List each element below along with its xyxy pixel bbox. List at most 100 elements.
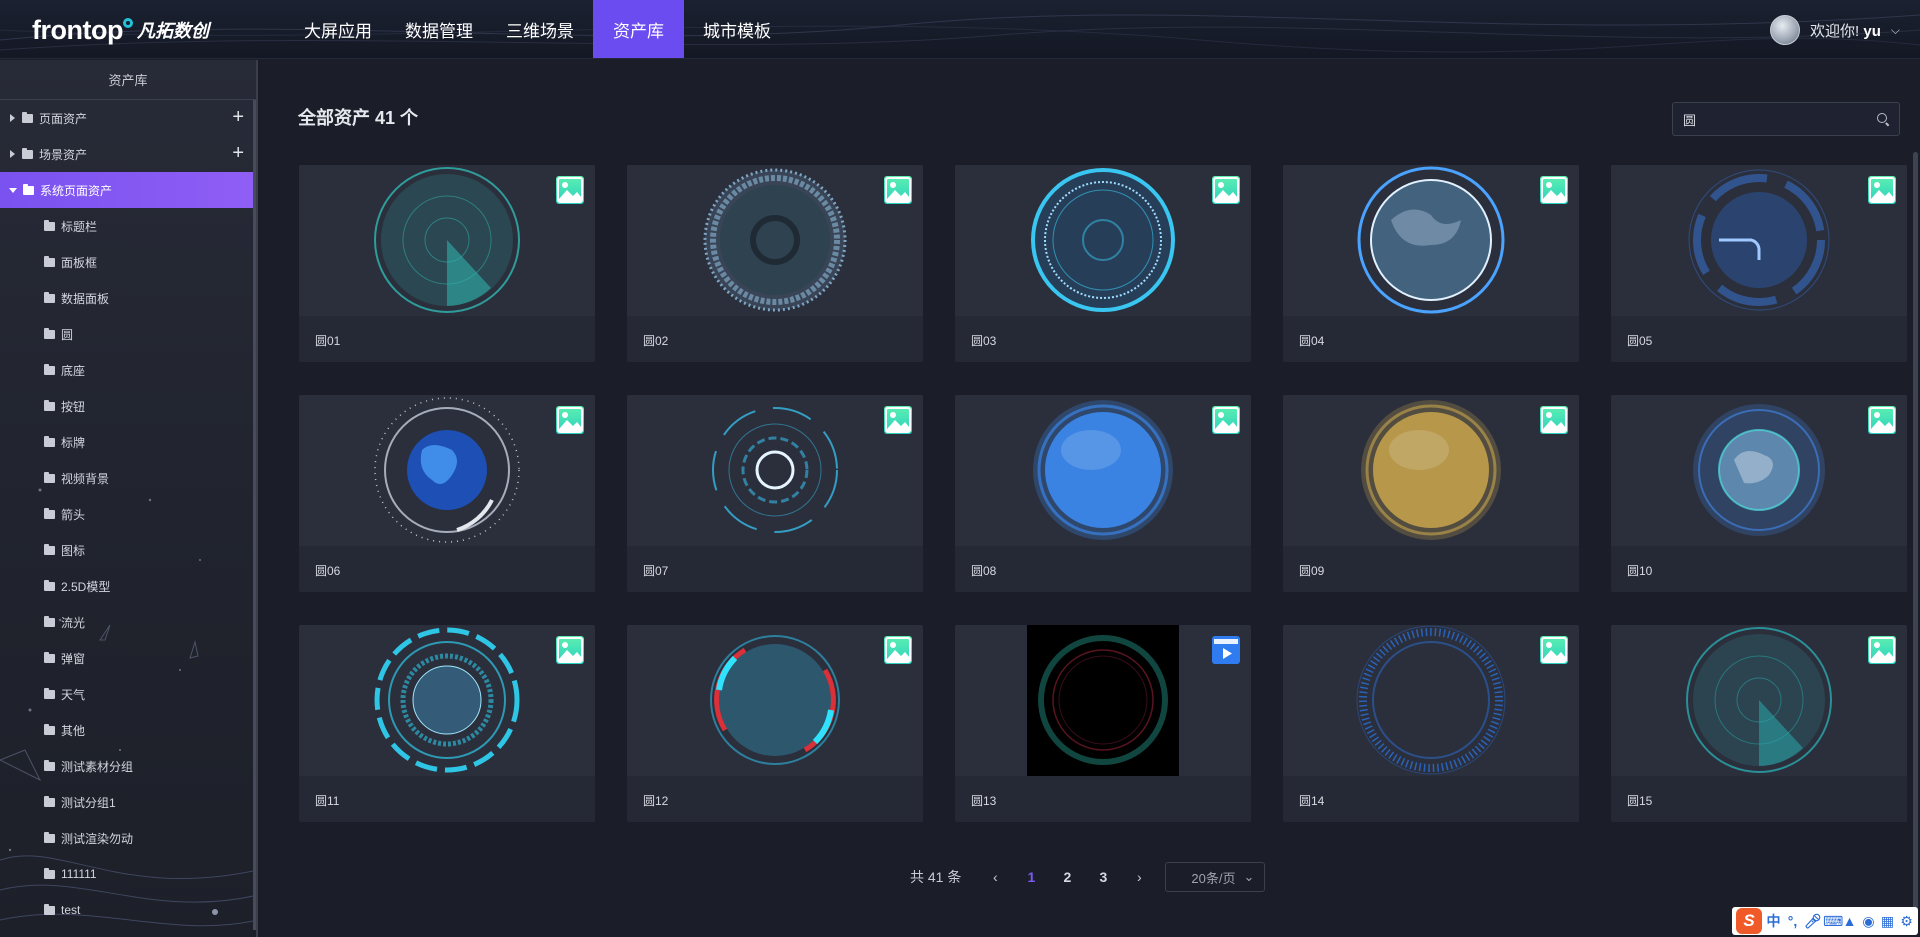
nav-item-3d-scenes[interactable]: 三维场景 xyxy=(492,0,588,58)
tree-group-label: 场景资产 xyxy=(39,147,88,162)
asset-thumbnail[interactable] xyxy=(1283,625,1579,776)
asset-card[interactable]: 圆03 xyxy=(955,165,1251,362)
search-box[interactable] xyxy=(1672,102,1900,136)
asset-card[interactable]: 圆06 xyxy=(299,395,595,592)
tree-item[interactable]: 测试渲染勿动 xyxy=(0,820,256,856)
ime-punctuation-icon[interactable]: °, xyxy=(1785,913,1800,929)
asset-preview-graphic xyxy=(374,397,520,543)
tree-group-scene-assets[interactable]: 场景资产 + xyxy=(0,136,256,172)
search-icon[interactable] xyxy=(1877,113,1889,125)
tree-item[interactable]: 其他 xyxy=(0,712,256,748)
chevron-left-icon[interactable]: ‹ xyxy=(985,869,1005,885)
logo-wordmark: frontop xyxy=(32,14,123,45)
asset-thumbnail[interactable] xyxy=(955,165,1251,316)
folder-icon xyxy=(44,867,55,879)
tree-item[interactable]: 弹窗 xyxy=(0,640,256,676)
ime-mode-cn[interactable]: 中 xyxy=(1766,911,1781,931)
asset-thumbnail[interactable] xyxy=(299,625,595,776)
asset-thumbnail[interactable] xyxy=(299,165,595,316)
nav-item-asset-library[interactable]: 资产库 xyxy=(593,0,684,58)
caret-right-icon[interactable] xyxy=(10,114,15,122)
frontop-logo[interactable]: frontop 凡拓数创 xyxy=(32,14,209,46)
asset-card[interactable]: 圆04 xyxy=(1283,165,1579,362)
asset-card[interactable]: 圆01 xyxy=(299,165,595,362)
tree-item[interactable]: 111111 xyxy=(0,856,256,892)
folder-icon xyxy=(44,687,55,699)
keyboard-icon[interactable]: ⌨ xyxy=(1823,913,1843,930)
folder-icon xyxy=(44,435,55,447)
tree-item[interactable]: 流光 xyxy=(0,604,256,640)
tree-item[interactable]: 天气 xyxy=(0,676,256,712)
asset-thumbnail[interactable] xyxy=(1611,625,1907,776)
tree-item[interactable]: 圆 xyxy=(0,316,256,352)
tree-item[interactable]: 按钮 xyxy=(0,388,256,424)
asset-card[interactable]: 圆12 xyxy=(627,625,923,822)
asset-thumbnail[interactable] xyxy=(955,395,1251,546)
sidebar-scrollbar[interactable] xyxy=(253,100,256,930)
asset-thumbnail[interactable] xyxy=(1611,165,1907,316)
tree-item[interactable]: 标题栏 xyxy=(0,208,256,244)
gamepad-icon[interactable]: ◉ xyxy=(1861,913,1876,930)
content-scrollbar[interactable] xyxy=(1913,152,1918,922)
tree-group-page-assets[interactable]: 页面资产 + xyxy=(0,100,256,136)
asset-card[interactable]: 圆15 xyxy=(1611,625,1907,822)
asset-thumbnail[interactable] xyxy=(1283,395,1579,546)
tree-group-system-page-assets[interactable]: 系统页面资产 xyxy=(0,172,253,208)
asset-card[interactable]: 圆09 xyxy=(1283,395,1579,592)
gear-icon[interactable]: ⚙ xyxy=(1899,913,1914,930)
asset-thumbnail[interactable] xyxy=(1611,395,1907,546)
tree-item-label: 标牌 xyxy=(61,435,86,450)
page-number[interactable]: 2 xyxy=(1053,869,1081,885)
tree-group-label: 系统页面资产 xyxy=(40,183,113,198)
microphone-icon[interactable]: 🎤︎ xyxy=(1804,913,1822,930)
page-number[interactable]: 3 xyxy=(1089,869,1117,885)
add-icon[interactable]: + xyxy=(232,143,244,163)
folder-icon xyxy=(44,723,55,735)
nav-item-data-management[interactable]: 数据管理 xyxy=(391,0,487,58)
tree-item[interactable]: 箭头 xyxy=(0,496,256,532)
asset-card[interactable]: 圆11 xyxy=(299,625,595,822)
page-size-select[interactable]: 20条/页 ⌄ xyxy=(1165,862,1266,892)
asset-name: 圆10 xyxy=(1627,564,1653,578)
tree-item[interactable]: 面板框 xyxy=(0,244,256,280)
asset-thumbnail[interactable] xyxy=(955,625,1251,776)
grid-icon[interactable]: ▦ xyxy=(1880,913,1895,930)
shirt-icon[interactable]: ▲ xyxy=(1842,913,1857,929)
tree-item[interactable]: 测试分组1 xyxy=(0,784,256,820)
asset-card[interactable]: 圆14 xyxy=(1283,625,1579,822)
sogou-ime-logo-icon[interactable]: S xyxy=(1736,908,1762,934)
chevron-down-icon[interactable]: ⌵ xyxy=(1891,23,1900,38)
add-icon[interactable]: + xyxy=(232,107,244,127)
caret-right-icon[interactable] xyxy=(10,150,15,158)
nav-item-city-templates[interactable]: 城市模板 xyxy=(689,0,785,58)
asset-name: 圆05 xyxy=(1627,334,1653,348)
tree-item-label: 测试素材分组 xyxy=(61,759,134,774)
asset-thumbnail[interactable] xyxy=(1283,165,1579,316)
asset-card[interactable]: 圆08 xyxy=(955,395,1251,592)
tree-item[interactable]: 标牌 xyxy=(0,424,256,460)
image-type-icon xyxy=(1868,636,1896,664)
asset-card[interactable]: 圆13 xyxy=(955,625,1251,822)
asset-thumbnail[interactable] xyxy=(299,395,595,546)
tree-item[interactable]: 视频背景 xyxy=(0,460,256,496)
avatar[interactable] xyxy=(1770,15,1801,45)
chevron-right-icon[interactable]: › xyxy=(1129,869,1149,885)
tree-item[interactable]: 图标 xyxy=(0,532,256,568)
search-input[interactable] xyxy=(1683,111,1877,127)
tree-item[interactable]: 2.5D模型 xyxy=(0,568,256,604)
tree-item[interactable]: 测试素材分组 xyxy=(0,748,256,784)
user-menu[interactable]: 欢迎你! yu ⌵ xyxy=(1770,14,1900,46)
tree-item[interactable]: 底座 xyxy=(0,352,256,388)
nav-item-dashboard-apps[interactable]: 大屏应用 xyxy=(290,0,386,58)
tree-item[interactable]: test xyxy=(0,892,256,928)
asset-thumbnail[interactable] xyxy=(627,395,923,546)
asset-card[interactable]: 圆02 xyxy=(627,165,923,362)
asset-thumbnail[interactable] xyxy=(627,165,923,316)
asset-card[interactable]: 圆10 xyxy=(1611,395,1907,592)
caret-down-icon[interactable] xyxy=(9,187,17,193)
tree-item[interactable]: 数据面板 xyxy=(0,280,256,316)
asset-thumbnail[interactable] xyxy=(627,625,923,776)
page-number[interactable]: 1 xyxy=(1017,869,1045,885)
asset-card[interactable]: 圆07 xyxy=(627,395,923,592)
asset-card[interactable]: 圆05 xyxy=(1611,165,1907,362)
